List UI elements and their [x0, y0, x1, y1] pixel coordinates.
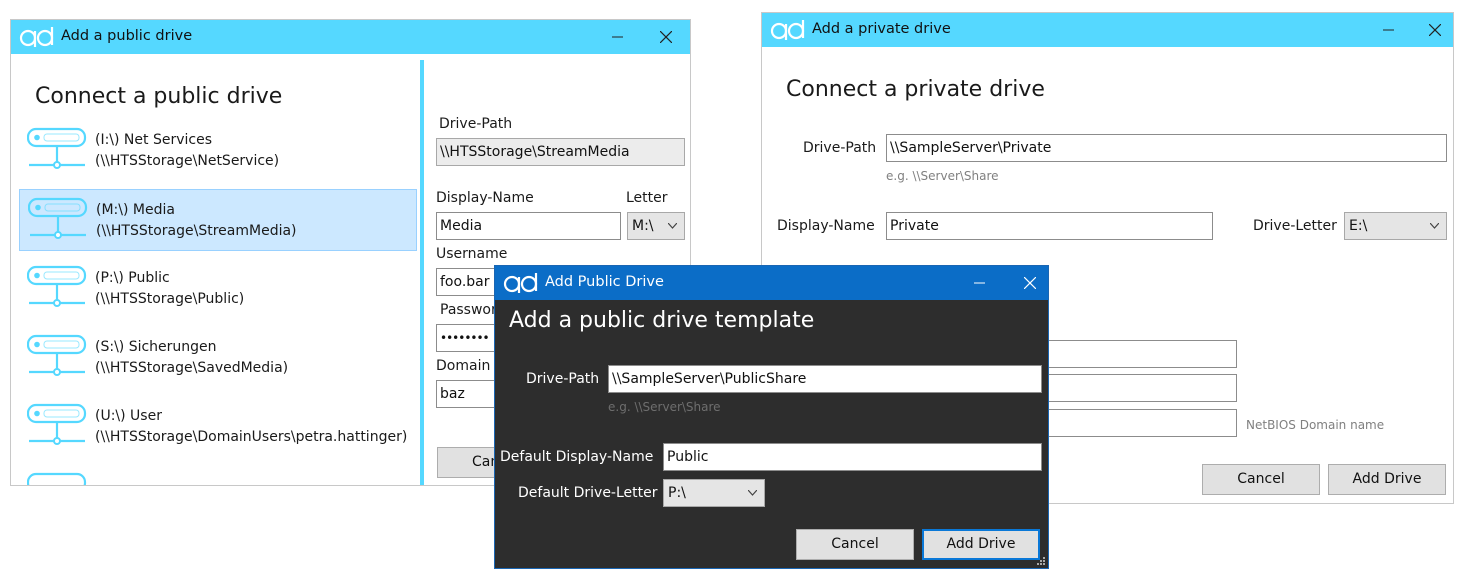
window-title: Add a public drive — [61, 28, 193, 44]
letter-label: Letter — [626, 190, 668, 206]
private-window-titlebar[interactable]: Add a private drive — [762, 13, 1453, 47]
display-name-label: Display-Name — [436, 190, 534, 206]
close-icon — [1429, 24, 1441, 36]
drive-letter-label: Drive-Letter — [1253, 218, 1337, 234]
domain-label: Domain — [436, 358, 491, 374]
drive-path: (\\HTSStorage\NetService) — [95, 153, 280, 169]
drive-path-hint: e.g. \\Server\Share — [886, 169, 999, 183]
drive-name: (S:\) Sicherungen — [95, 339, 217, 355]
page-title: Connect a private drive — [786, 77, 1045, 102]
dialog-titlebar[interactable]: Add Public Drive — [495, 266, 1048, 300]
display-name-label: Display-Name — [777, 218, 875, 234]
minimize-button[interactable] — [605, 24, 631, 50]
drive-list-item[interactable]: (S:\) Sicherungen (\\HTSStorage\SavedMedi… — [19, 327, 417, 389]
qd-logo-icon — [503, 273, 538, 293]
drive-path-field[interactable]: \\SampleServer\Private — [886, 134, 1447, 162]
letter-select-value: M:\ — [632, 218, 654, 234]
close-button[interactable] — [653, 24, 679, 50]
network-drive-icon — [27, 403, 87, 445]
template-dialog: Add Public Drive Add a public drive temp… — [494, 265, 1049, 569]
network-drive-icon — [27, 334, 87, 376]
drive-path: (\\HTSStorage\DomainUsers\petra.hattinge… — [95, 429, 408, 445]
network-drive-icon — [27, 265, 87, 307]
drive-path-label: Drive-Path — [526, 371, 600, 387]
page-title: Connect a public drive — [35, 84, 283, 109]
dialog-heading: Add a public drive template — [509, 308, 815, 333]
drive-list-item[interactable]: (P:\) Public (\\HTSStorage\Public) — [19, 258, 417, 320]
drive-name: (U:\) User — [95, 408, 162, 424]
password-label: Passwor — [440, 302, 497, 318]
drive-name: (I:\) Net Services — [95, 132, 212, 148]
display-name-field[interactable]: Public — [663, 443, 1042, 471]
minimize-button[interactable] — [967, 270, 993, 296]
add-drive-button[interactable]: Add Drive — [922, 529, 1040, 560]
drive-list-item[interactable]: (M:\) Media (\\HTSStorage\StreamMedia) — [19, 189, 417, 251]
display-name-field[interactable]: Media — [436, 212, 621, 240]
display-name-field[interactable]: Private — [886, 212, 1213, 240]
drive-path: (\\HTSStorage\Public) — [95, 291, 245, 307]
minimize-icon — [612, 36, 623, 38]
close-icon — [1024, 277, 1036, 289]
display-name-label: Default Display-Name — [500, 449, 654, 465]
drive-path-field[interactable]: \\SampleServer\PublicShare — [608, 365, 1042, 393]
drive-name: (M:\) Media — [96, 202, 175, 218]
network-drive-icon — [27, 127, 87, 169]
drive-path-label: Drive-Path — [439, 116, 513, 132]
drive-path: (\\HTSStorage\StreamMedia) — [96, 223, 297, 239]
qd-logo-icon — [770, 20, 805, 40]
drive-path-field[interactable]: \\HTSStorage\StreamMedia — [436, 138, 685, 166]
drive-letter-label: Default Drive-Letter — [518, 485, 658, 501]
qd-logo-icon — [19, 27, 54, 47]
minimize-icon — [1383, 29, 1394, 31]
close-button[interactable] — [1017, 270, 1043, 296]
drive-path-hint: e.g. \\Server\Share — [608, 400, 721, 414]
drive-letter-select[interactable]: E:\ — [1344, 212, 1447, 240]
drive-list-item-partial[interactable] — [19, 465, 417, 485]
close-icon — [660, 31, 672, 43]
network-drive-icon — [28, 197, 88, 239]
window-title: Add a private drive — [812, 21, 951, 37]
drive-list-item[interactable]: (I:\) Net Services (\\HTSStorage\NetServi… — [19, 120, 417, 182]
drive-path-label: Drive-Path — [803, 140, 877, 156]
chevron-down-icon — [748, 490, 757, 496]
resize-grip-icon[interactable] — [1036, 556, 1046, 566]
chevron-down-icon — [1430, 223, 1439, 229]
minimize-icon — [974, 282, 985, 284]
drive-letter-select-value: E:\ — [1349, 218, 1368, 234]
letter-select[interactable]: M:\ — [627, 212, 685, 240]
drive-letter-select-value: P:\ — [668, 485, 686, 501]
cancel-button[interactable]: Cancel — [1202, 464, 1320, 495]
close-button[interactable] — [1422, 17, 1448, 43]
dialog-title: Add Public Drive — [545, 274, 664, 290]
network-drive-icon — [27, 472, 87, 485]
chevron-down-icon — [668, 223, 677, 229]
splitter[interactable] — [420, 60, 424, 485]
minimize-button[interactable] — [1376, 17, 1402, 43]
drive-name: (P:\) Public — [95, 270, 170, 286]
cancel-button[interactable]: Cancel — [796, 529, 914, 560]
drive-path: (\\HTSStorage\SavedMedia) — [95, 360, 289, 376]
domain-hint: NetBIOS Domain name — [1246, 418, 1385, 432]
username-label: Username — [436, 246, 508, 262]
drive-list-item[interactable]: (U:\) User (\\HTSStorage\DomainUsers\petr… — [19, 396, 417, 458]
add-drive-button[interactable]: Add Drive — [1328, 464, 1446, 495]
drive-letter-select[interactable]: P:\ — [663, 479, 765, 507]
public-window-titlebar[interactable]: Add a public drive — [11, 20, 690, 54]
